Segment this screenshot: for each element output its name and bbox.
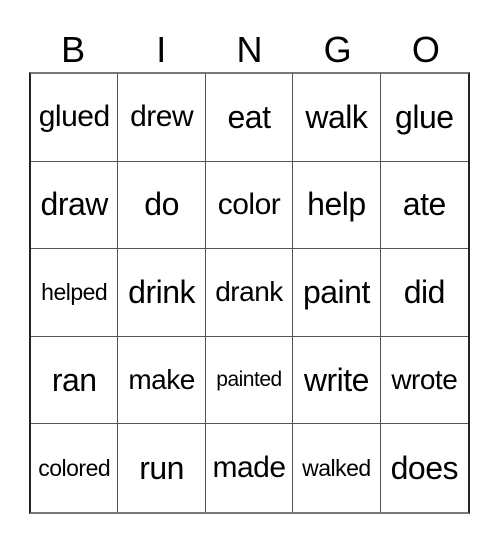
bingo-cell[interactable]: drank <box>205 249 294 337</box>
header-letter-i: I <box>156 29 167 70</box>
bingo-cell[interactable]: wrote <box>380 337 468 425</box>
bingo-cell[interactable]: draw <box>31 161 119 250</box>
bingo-cell[interactable]: does <box>381 424 468 512</box>
header-letter-o: O <box>411 29 440 70</box>
bingo-cell[interactable]: glued <box>31 74 119 162</box>
bingo-cell[interactable]: walked <box>293 424 381 512</box>
bingo-cell[interactable]: write <box>293 336 381 425</box>
bingo-cell[interactable]: helped <box>31 249 119 337</box>
bingo-grid: glued drew eat walk glue draw do color h… <box>29 72 470 514</box>
bingo-cell[interactable]: colored <box>31 424 119 512</box>
header-letter-g: G <box>323 29 352 70</box>
bingo-cell[interactable]: help <box>293 161 381 250</box>
bingo-cell[interactable]: glue <box>380 74 468 162</box>
bingo-cell[interactable]: ate <box>380 162 468 250</box>
bingo-cell[interactable]: did <box>380 249 468 337</box>
bingo-cell[interactable]: walk <box>293 74 381 162</box>
bingo-header: B I N G O <box>29 28 470 72</box>
bingo-cell[interactable]: color <box>205 161 294 250</box>
bingo-cell[interactable]: paint <box>293 249 381 337</box>
bingo-cell[interactable]: eat <box>205 74 294 162</box>
bingo-cell[interactable]: drink <box>118 249 206 337</box>
bingo-cell[interactable]: drew <box>118 74 206 162</box>
bingo-cell[interactable]: do <box>118 161 206 250</box>
bingo-cell[interactable]: made <box>206 424 294 512</box>
bingo-cell[interactable]: run <box>118 424 206 512</box>
bingo-cell[interactable]: make <box>118 336 206 425</box>
bingo-cell[interactable]: painted <box>205 336 294 425</box>
header-letter-n: N <box>236 29 263 70</box>
header-letter-b: B <box>61 29 86 70</box>
bingo-cell[interactable]: ran <box>31 336 119 425</box>
